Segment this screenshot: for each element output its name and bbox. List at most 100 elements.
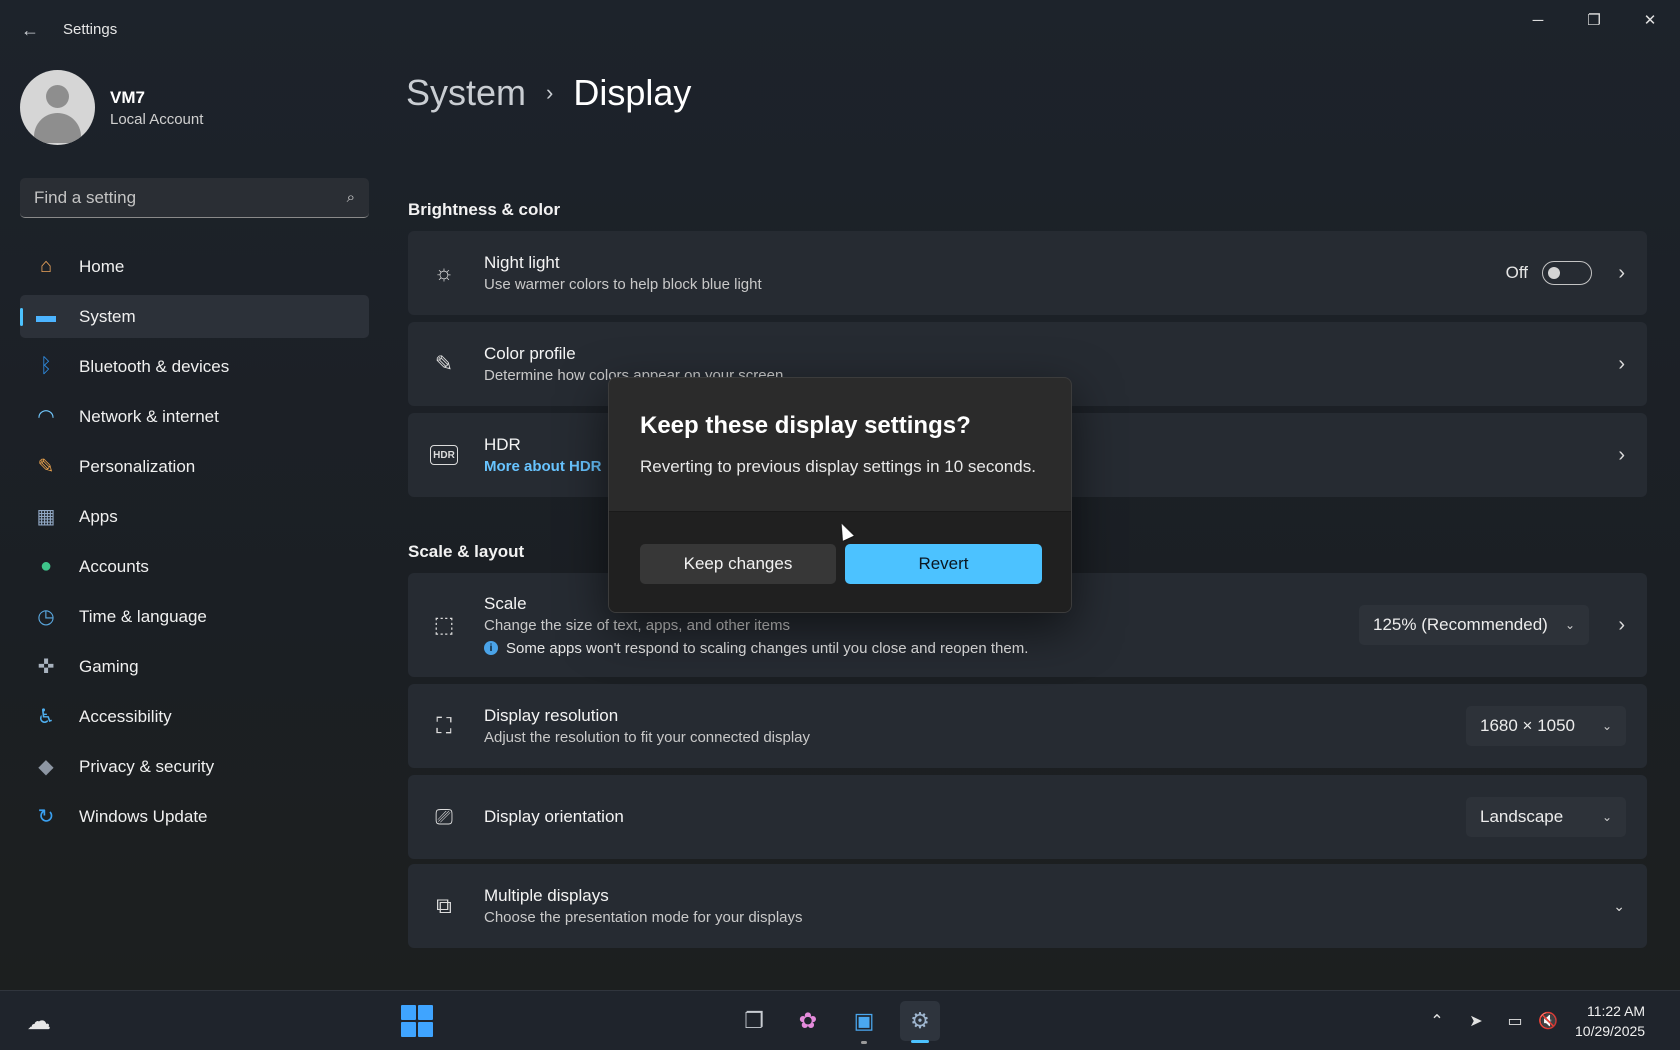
home-icon: ⌂ xyxy=(39,255,53,277)
night-light-title: Night light xyxy=(484,253,560,272)
info-icon: i xyxy=(484,641,498,655)
scale-dropdown-value: 125% (Recommended) xyxy=(1373,615,1548,634)
sidebar-item-label: Personalization xyxy=(79,456,196,476)
sidebar-item-windows-update[interactable]: ↻ Windows Update xyxy=(20,795,369,838)
sidebar-item-label: Gaming xyxy=(79,656,139,676)
start-button[interactable] xyxy=(401,1005,433,1037)
sidebar-item-apps[interactable]: ▦ Apps xyxy=(20,495,369,538)
avatar xyxy=(20,70,95,145)
sidebar-item-accounts[interactable]: ● Accounts xyxy=(20,545,369,588)
minimize-button[interactable]: ─ xyxy=(1510,0,1566,40)
chevron-down-icon: ⌄ xyxy=(1564,618,1575,632)
sidebar-item-label: Accessibility xyxy=(79,706,172,726)
night-light-card[interactable]: ☼ Night light Use warmer colors to help … xyxy=(408,231,1647,315)
multiple-displays-icon: ⧉ xyxy=(436,893,452,918)
bluetooth-devices-icon: ᛒ xyxy=(40,355,52,377)
clock-time: 11:22 AM xyxy=(1586,1003,1646,1019)
breadcrumb-parent[interactable]: System xyxy=(406,72,526,114)
close-button[interactable]: ✕ xyxy=(1622,0,1678,40)
personalization-icon: ✎ xyxy=(37,456,55,478)
keep-changes-button[interactable]: Keep changes xyxy=(640,544,836,584)
sidebar-item-label: Home xyxy=(79,256,125,276)
time-language-icon: ◷ xyxy=(37,606,55,628)
sidebar-item-label: Apps xyxy=(79,506,118,526)
night-light-subtitle: Use warmer colors to help block blue lig… xyxy=(484,276,762,293)
hdr-icon: HDR xyxy=(430,445,458,465)
back-arrow-icon[interactable]: ← xyxy=(14,16,46,44)
clock[interactable]: 11:22 AM 10/29/2025 xyxy=(1575,1001,1645,1041)
sidebar-item-label: Privacy & security xyxy=(79,756,215,776)
search-box[interactable]: ⌕ xyxy=(20,178,369,218)
resolution-dropdown[interactable]: 1680 × 1050 ⌄ xyxy=(1466,706,1626,746)
revert-button[interactable]: Revert xyxy=(845,544,1042,584)
sidebar-item-time-language[interactable]: ◷ Time & language xyxy=(20,595,369,638)
chevron-right-icon[interactable]: › xyxy=(1618,444,1625,467)
chevron-right-icon[interactable]: › xyxy=(1618,614,1625,637)
settings-taskbar-icon[interactable]: ⚙ xyxy=(900,1001,940,1041)
breadcrumb-separator-icon: › xyxy=(546,80,554,105)
title-bar: ← Settings ─ ❐ ✕ xyxy=(0,0,1680,60)
sidebar-item-gaming[interactable]: ✜ Gaming xyxy=(20,645,369,688)
resolution-dropdown-value: 1680 × 1050 xyxy=(1480,716,1576,735)
weather-icon[interactable]: ☁ xyxy=(22,1004,56,1038)
accounts-icon: ● xyxy=(39,555,53,577)
orientation-dropdown-value: Landscape xyxy=(1480,807,1564,826)
sidebar-item-system[interactable]: ▬ System xyxy=(20,295,369,338)
sidebar-item-home[interactable]: ⌂ Home xyxy=(20,245,369,288)
task-view-icon[interactable]: ❐ xyxy=(734,1001,774,1041)
brightness-icon: ☼ xyxy=(433,260,455,285)
sidebar-item-personalization[interactable]: ✎ Personalization xyxy=(20,445,369,488)
sidebar-item-label: Accounts xyxy=(79,556,149,576)
chevron-down-icon[interactable]: ⌄ xyxy=(1613,898,1625,915)
sidebar-item-bluetooth-devices[interactable]: ᛒ Bluetooth & devices xyxy=(20,345,369,388)
location-icon[interactable]: ➤ xyxy=(1463,1008,1489,1034)
copilot-icon[interactable]: ✿ xyxy=(788,1001,828,1041)
search-icon[interactable]: ⌕ xyxy=(347,189,355,206)
sidebar-item-accessibility[interactable]: ♿ Accessibility xyxy=(20,695,369,738)
gaming-icon: ✜ xyxy=(37,656,55,678)
section-brightness-color: Brightness & color xyxy=(408,200,561,219)
night-light-toggle-label: Off xyxy=(1505,263,1528,282)
maximize-button[interactable]: ❐ xyxy=(1566,0,1622,40)
scale-icon: ⬚ xyxy=(433,612,455,637)
night-light-toggle[interactable] xyxy=(1542,261,1592,285)
orientation-icon: ⎚ xyxy=(435,804,453,829)
keep-display-settings-dialog: Keep these display settings? Reverting t… xyxy=(608,377,1072,613)
sidebar-item-privacy-security[interactable]: ◆ Privacy & security xyxy=(20,745,369,788)
microsoft-store-icon[interactable]: ▣ xyxy=(844,1001,884,1041)
profile-name: VM7 xyxy=(110,87,145,107)
page-title: Display xyxy=(573,72,692,113)
accessibility-icon: ♿ xyxy=(37,706,55,728)
sidebar-item-network-internet[interactable]: ◠ Network & internet xyxy=(20,395,369,438)
display-orientation-card[interactable]: ⎚ Display orientation Landscape ⌄ xyxy=(408,775,1647,859)
clock-date: 10/29/2025 xyxy=(1575,1023,1646,1039)
orientation-dropdown[interactable]: Landscape ⌄ xyxy=(1466,797,1626,837)
sidebar-item-label: Windows Update xyxy=(79,806,208,826)
chevron-down-icon: ⌄ xyxy=(1601,810,1612,824)
chevron-right-icon[interactable]: › xyxy=(1618,262,1625,285)
network-internet-icon: ◠ xyxy=(37,406,55,428)
color-profile-title: Color profile xyxy=(484,344,576,363)
windows-update-icon: ↻ xyxy=(37,806,55,828)
dialog-title: Keep these display settings? xyxy=(640,412,971,439)
sidebar-item-label: Bluetooth & devices xyxy=(79,356,230,376)
taskbar: ☁ ❐ ✿ ▣ ⚙ ⌃ ➤ ▭ 🔇 11:22 AM 10/29/2025 xyxy=(0,990,1680,1050)
multiple-displays-title: Multiple displays xyxy=(484,886,609,905)
sidebar-nav: ⌂ Home ▬ System ᛒ Bluetooth & devices ◠ Network… xyxy=(20,245,369,845)
profile-account-type: Local Account xyxy=(110,110,204,128)
running-indicator xyxy=(861,1041,867,1044)
volume-muted-icon[interactable]: 🔇 xyxy=(1535,1008,1561,1034)
chevron-right-icon[interactable]: › xyxy=(1618,353,1625,376)
scale-dropdown[interactable]: 125% (Recommended) ⌄ xyxy=(1359,605,1589,645)
search-input[interactable] xyxy=(34,187,347,208)
app-title: Settings xyxy=(63,21,118,38)
breadcrumb: System › Display xyxy=(406,72,691,114)
user-profile[interactable]: VM7 Local Account xyxy=(20,70,203,145)
show-hidden-icons-chevron-icon[interactable]: ⌃ xyxy=(1424,1008,1450,1034)
network-icon[interactable]: ▭ xyxy=(1502,1008,1528,1034)
scale-note-text: Some apps won't respond to scaling chang… xyxy=(506,639,1029,657)
pen-icon: ✎ xyxy=(434,351,454,376)
multiple-displays-card[interactable]: ⧉ Multiple displays Choose the presentat… xyxy=(408,864,1647,948)
system-icon: ▬ xyxy=(36,305,56,327)
display-resolution-card[interactable]: ⛶ Display resolution Adjust the resoluti… xyxy=(408,684,1647,768)
